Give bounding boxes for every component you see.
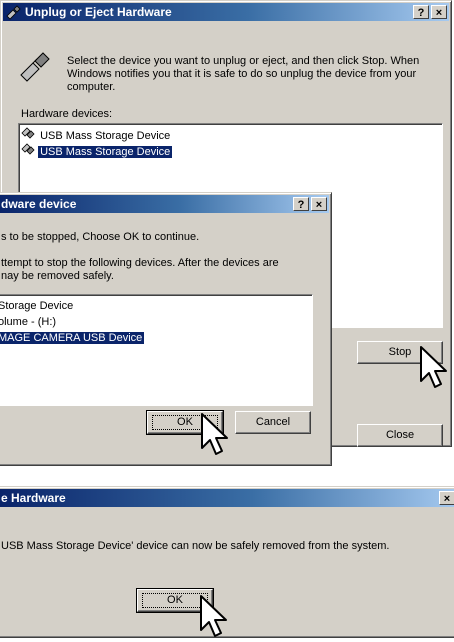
list-item[interactable]: Storage Device [0, 298, 75, 314]
cancel-button[interactable]: Cancel [235, 411, 311, 434]
stop-title-bar[interactable]: dware device ? × [0, 195, 329, 213]
list-item-selected[interactable]: MAGE CAMERA USB Device [0, 330, 145, 346]
close-button[interactable]: × [431, 5, 447, 19]
usb-plug-icon [6, 4, 22, 21]
close-button[interactable]: × [439, 491, 454, 505]
unplug-hardware-icon [19, 51, 51, 86]
safe-removal-message: USB Mass Storage Device' device can now … [1, 540, 390, 552]
devices-to-stop-list[interactable]: Storage Device olume - (H:) MAGE CAMERA … [0, 294, 313, 406]
list-item[interactable]: olume - (H:) [0, 314, 58, 330]
instruction-line-3: computer. [67, 81, 116, 93]
arrow-cursor-icon [420, 346, 447, 388]
list-item[interactable]: USB Mass Storage Device [21, 127, 172, 143]
main-title-bar[interactable]: Unplug or Eject Hardware ? × [3, 3, 449, 21]
instruction-line-1: Select the device you want to unplug or … [67, 55, 420, 67]
hardware-devices-label: Hardware devices: [21, 108, 113, 120]
stop-message-2: ttempt to stop the following devices. Af… [1, 257, 279, 269]
usb-device-icon [21, 143, 35, 158]
usb-device-icon [21, 127, 35, 142]
safe-dialog-title: e Hardware [1, 491, 66, 505]
close-dialog-button[interactable]: Close [357, 424, 443, 447]
stop-message-3: nay be removed safely. [1, 270, 114, 282]
close-button[interactable]: × [311, 197, 327, 211]
stop-hardware-dialog: dware device ? × s to be stopped, Choose… [0, 192, 332, 466]
main-dialog-title: Unplug or Eject Hardware [25, 5, 172, 19]
arrow-cursor-icon [200, 595, 227, 637]
safe-title-bar[interactable]: e Hardware × [0, 489, 454, 507]
instruction-line-2: Windows notifies you that it is safe to … [67, 68, 417, 80]
arrow-cursor-icon [201, 413, 228, 455]
list-item-selected[interactable]: USB Mass Storage Device [21, 143, 173, 159]
stop-message-1: s to be stopped, Choose OK to continue. [1, 231, 200, 243]
help-button[interactable]: ? [413, 5, 429, 19]
stop-dialog-title: dware device [1, 197, 77, 211]
help-button[interactable]: ? [293, 197, 309, 211]
